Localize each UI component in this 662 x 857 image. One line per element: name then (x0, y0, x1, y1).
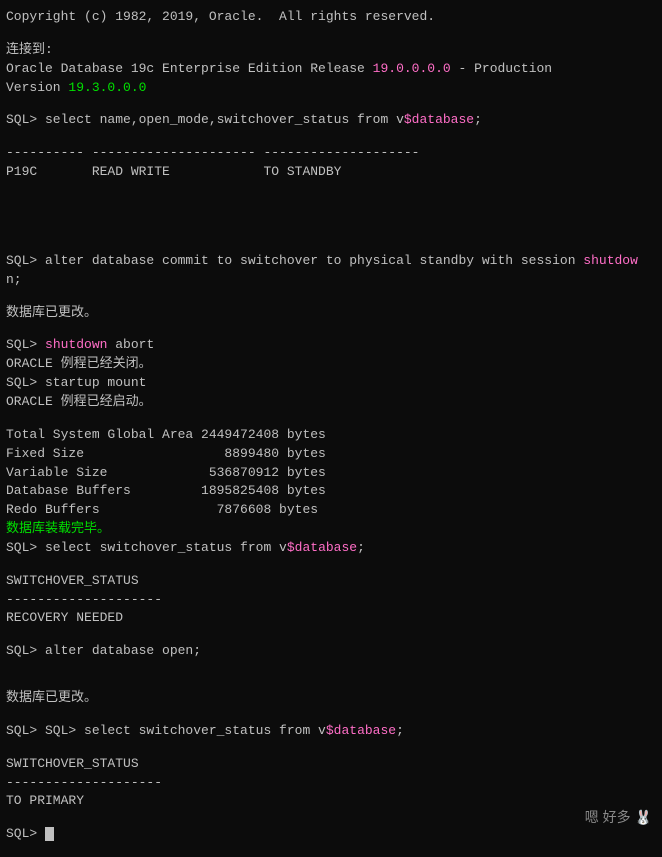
line-copyright: Copyright (c) 1982, 2019, Oracle. All ri… (6, 8, 656, 27)
line-sql4: SQL> alter database commit to switchover… (6, 252, 656, 271)
dollar-database-3: $database (326, 723, 396, 738)
blank (6, 97, 656, 111)
blank (6, 224, 656, 238)
line-oracle-closed: ORACLE 例程已经关闭。 (6, 355, 656, 374)
line-sql-prompt: SQL> (6, 825, 656, 844)
blank (6, 675, 656, 689)
blank (6, 811, 656, 825)
line-dbchanged1: 数据库已更改。 (6, 304, 656, 323)
blank (6, 322, 656, 336)
line-sw-divider2: -------------------- (6, 774, 656, 793)
blank (6, 708, 656, 722)
line-dbchanged2: 数据库已更改。 (6, 689, 656, 708)
line-sql7: SQL> select switchover_status from v$dat… (6, 539, 656, 558)
blank (6, 412, 656, 426)
line-sql1: SQL> select name,open_mode,switchover_st… (6, 111, 656, 130)
line-sql6: SQL> startup mount (6, 374, 656, 393)
line-sw-divider: -------------------- (6, 591, 656, 610)
version-number: 19.0.0.0.0 (373, 61, 451, 76)
watermark-text: 嗯 好多 (585, 809, 631, 825)
line-oracle-db: Oracle Database 19c Enterprise Edition R… (6, 60, 656, 79)
shutdown-keyword: shutdow (583, 253, 638, 268)
line-sga3: Variable Size 536870912 bytes (6, 464, 656, 483)
line-sga5: Redo Buffers 7876608 bytes (6, 501, 656, 520)
watermark-emoji: 🐰 (635, 809, 652, 825)
line-sw-header2: SWITCHOVER_STATUS (6, 755, 656, 774)
blank (6, 661, 656, 675)
line-db-loaded: 数据库装载完毕。 (6, 520, 656, 539)
cursor (45, 827, 54, 841)
blank (6, 238, 656, 252)
blank (6, 290, 656, 304)
line-sw-header: SWITCHOVER_STATUS (6, 572, 656, 591)
dollar-database-1: $database (404, 112, 474, 127)
dollar-database-2: $database (287, 540, 357, 555)
line-sga4: Database Buffers 1895825408 bytes (6, 482, 656, 501)
line-connect-label: 连接到: (6, 41, 656, 60)
line-sql4b: n; (6, 271, 656, 290)
line-sga2: Fixed Size 8899480 bytes (6, 445, 656, 464)
line-sql8: SQL> alter database open; (6, 642, 656, 661)
shutdown-keyword2: shutdown (45, 337, 107, 352)
terminal: Copyright (c) 1982, 2019, Oracle. All ri… (6, 8, 656, 844)
line-sql9: SQL> SQL> select switchover_status from … (6, 722, 656, 741)
line-col-headers: ---------- --------------------- -------… (6, 144, 656, 163)
line-col-dividers: P19C READ WRITE TO STANDBY (6, 163, 656, 182)
blank (6, 27, 656, 41)
blank (6, 130, 656, 144)
line-sw-value2: TO PRIMARY (6, 792, 656, 811)
blank (6, 741, 656, 755)
blank (6, 196, 656, 210)
line-sql5: SQL> shutdown abort (6, 336, 656, 355)
version-value: 19.3.0.0.0 (68, 80, 146, 95)
watermark: 嗯 好多 🐰 (585, 807, 652, 827)
blank (6, 210, 656, 224)
blank (6, 182, 656, 196)
blank (6, 628, 656, 642)
line-sga1: Total System Global Area 2449472408 byte… (6, 426, 656, 445)
db-loaded-text: 数据库装载完毕。 (6, 521, 110, 536)
line-oracle-started: ORACLE 例程已经启动。 (6, 393, 656, 412)
blank (6, 558, 656, 572)
line-version: Version 19.3.0.0.0 (6, 79, 656, 98)
line-sw-value: RECOVERY NEEDED (6, 609, 656, 628)
